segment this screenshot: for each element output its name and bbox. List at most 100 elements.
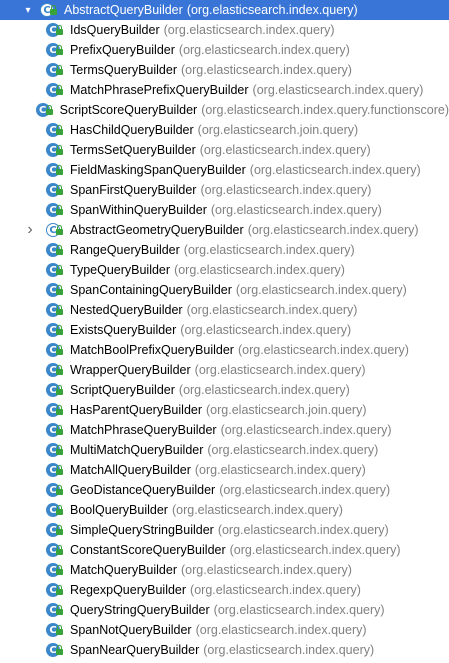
package-name: (org.elasticsearch.index.query) [163, 23, 335, 37]
lock-icon [56, 25, 63, 35]
class-icon: C [46, 642, 64, 658]
tree-item[interactable]: C SimpleQueryStringBuilder (org.elasticsea… [0, 520, 449, 540]
class-name: HasParentQueryBuilder [70, 403, 203, 417]
tree-item[interactable]: C IdsQueryBuilder (org.elasticsearch.index… [0, 20, 449, 40]
class-name: NestedQueryBuilder [70, 303, 183, 317]
package-name: (org.elasticsearch.index.query) [199, 143, 371, 157]
tree-item[interactable]: C RangeQueryBuilder (org.elasticsearch.ind… [0, 240, 449, 260]
lock-icon [56, 165, 63, 175]
tree-item[interactable]: C ScriptQueryBuilder (org.elasticsearch.in… [0, 380, 449, 400]
lock-icon [45, 105, 53, 115]
package-name: (org.elasticsearch.index.query) [190, 583, 361, 597]
package-name: (org.elasticsearch.index.query) [180, 63, 352, 77]
lock-icon [50, 5, 57, 15]
class-icon: C [46, 502, 64, 518]
tree-item[interactable]: C TypeQueryBuilder (org.elasticsearch.inde… [0, 260, 449, 280]
tree-item[interactable]: C SpanNearQueryBuilder (org.elasticsearch.… [0, 640, 449, 660]
class-name: MatchAllQueryBuilder [70, 463, 191, 477]
lock-icon [56, 645, 63, 655]
tree-item[interactable]: C GeoDistanceQueryBuilder (org.elasticsear… [0, 480, 449, 500]
tree-item[interactable]: C MatchBoolPrefixQueryBuilder (org.elastic… [0, 340, 449, 360]
tree-item[interactable]: C MatchPhrasePrefixQueryBuilder (org.elast… [0, 80, 449, 100]
class-hierarchy-tree: ▾ C AbstractQueryBuilder (org.elasticsea… [0, 0, 449, 663]
class-icon: C [46, 202, 64, 218]
tree-item[interactable]: C RegexpQueryBuilder (org.elasticsearch.in… [0, 580, 449, 600]
tree-item[interactable]: C NestedQueryBuilder (org.elasticsearch.in… [0, 300, 449, 320]
tree-item[interactable]: C TermsSetQueryBuilder (org.elasticsearch.… [0, 140, 449, 160]
class-name: SpanNotQueryBuilder [70, 623, 192, 637]
tree-item[interactable]: C SpanNotQueryBuilder (org.elasticsearch.i… [0, 620, 449, 640]
tree-root-abstract-query-builder[interactable]: ▾ C AbstractQueryBuilder (org.elasticsea… [0, 0, 449, 20]
class-name: MatchPhraseQueryBuilder [70, 423, 217, 437]
package-name: (org.elasticsearch.index.query) [237, 343, 409, 357]
class-icon: C [46, 322, 64, 338]
abstract-class-icon: C [40, 2, 58, 18]
class-name: GeoDistanceQueryBuilder [70, 483, 216, 497]
class-name: MatchQueryBuilder [70, 563, 177, 577]
class-name: ScriptQueryBuilder [70, 383, 175, 397]
tree-item[interactable]: C ConstantScoreQueryBuilder (org.elasticse… [0, 540, 449, 560]
tree-item[interactable]: C PrefixQueryBuilder (org.elasticsearch.in… [0, 40, 449, 60]
chevron-right-icon[interactable]: › [24, 220, 36, 240]
class-name: BoolQueryBuilder [70, 503, 168, 517]
package-name: (org.elasticsearch.index.query) [181, 563, 352, 577]
tree-item[interactable]: C HasParentQueryBuilder (org.elasticsearch… [0, 400, 449, 420]
tree-item[interactable]: C MatchAllQueryBuilder (org.elasticsearch.… [0, 460, 449, 480]
lock-icon [56, 145, 63, 155]
package-name: (org.elasticsearch.join.query) [206, 403, 367, 417]
tree-item[interactable]: C MatchPhraseQueryBuilder (org.elasticsear… [0, 420, 449, 440]
lock-icon [56, 445, 63, 455]
tree-item[interactable]: C ScriptScoreQueryBuilder (org.elasticsear… [0, 100, 449, 120]
class-icon: C [46, 402, 64, 418]
lock-icon [56, 365, 63, 375]
package-name: (org.elasticsearch.index.query) [180, 323, 352, 337]
tree-item[interactable]: C ExistsQueryBuilder (org.elasticsearch.in… [0, 320, 449, 340]
tree-item[interactable]: C FieldMaskingSpanQueryBuilder (org.elasti… [0, 160, 449, 180]
chevron-down-icon[interactable]: ▾ [22, 0, 34, 20]
tree-item[interactable]: C QueryStringQueryBuilder (org.elasticsear… [0, 600, 449, 620]
lock-icon [56, 505, 63, 515]
tree-item[interactable]: C SpanContainingQueryBuilder (org.elastics… [0, 280, 449, 300]
class-name: IdsQueryBuilder [70, 23, 160, 37]
class-name: MatchPhrasePrefixQueryBuilder [70, 83, 249, 97]
tree-item[interactable]: C HasChildQueryBuilder (org.elasticsearch.… [0, 120, 449, 140]
class-icon: C [46, 122, 64, 138]
class-icon: C [46, 42, 64, 58]
tree-item[interactable]: C SpanWithinQueryBuilder (org.elasticsearc… [0, 200, 449, 220]
lock-icon [56, 525, 63, 535]
lock-icon [56, 585, 63, 595]
package-name: (org.elasticsearch.index.query.functions… [201, 103, 449, 117]
class-icon: C [35, 102, 54, 118]
package-name: (org.elasticsearch.index.query) [217, 523, 389, 537]
tree-item[interactable]: › C AbstractGeometryQueryBuilder (org.elast… [0, 220, 449, 240]
class-icon: C [46, 362, 64, 378]
tree-item[interactable]: C MultiMatchQueryBuilder (org.elasticsearc… [0, 440, 449, 460]
package-name: (org.elasticsearch.index.query) [186, 303, 358, 317]
tree-item[interactable]: C MatchQueryBuilder (org.elasticsearch.ind… [0, 560, 449, 580]
class-icon: C [46, 442, 64, 458]
tree-item[interactable]: C WrapperQueryBuilder (org.elasticsearch.i… [0, 360, 449, 380]
class-name: SpanNearQueryBuilder [70, 643, 200, 657]
class-icon: C [46, 222, 64, 238]
tree-item[interactable]: C BoolQueryBuilder (org.elasticsearch.inde… [0, 500, 449, 520]
tree-item[interactable]: C SpanFirstQueryBuilder (org.elasticsearch… [0, 180, 449, 200]
class-name: PrefixQueryBuilder [70, 43, 175, 57]
package-name: (org.elasticsearch.index.query) [178, 43, 350, 57]
tree-item[interactable]: C TermsQueryBuilder (org.elasticsearch.ind… [0, 60, 449, 80]
package-name: (org.elasticsearch.index.query) [235, 283, 407, 297]
